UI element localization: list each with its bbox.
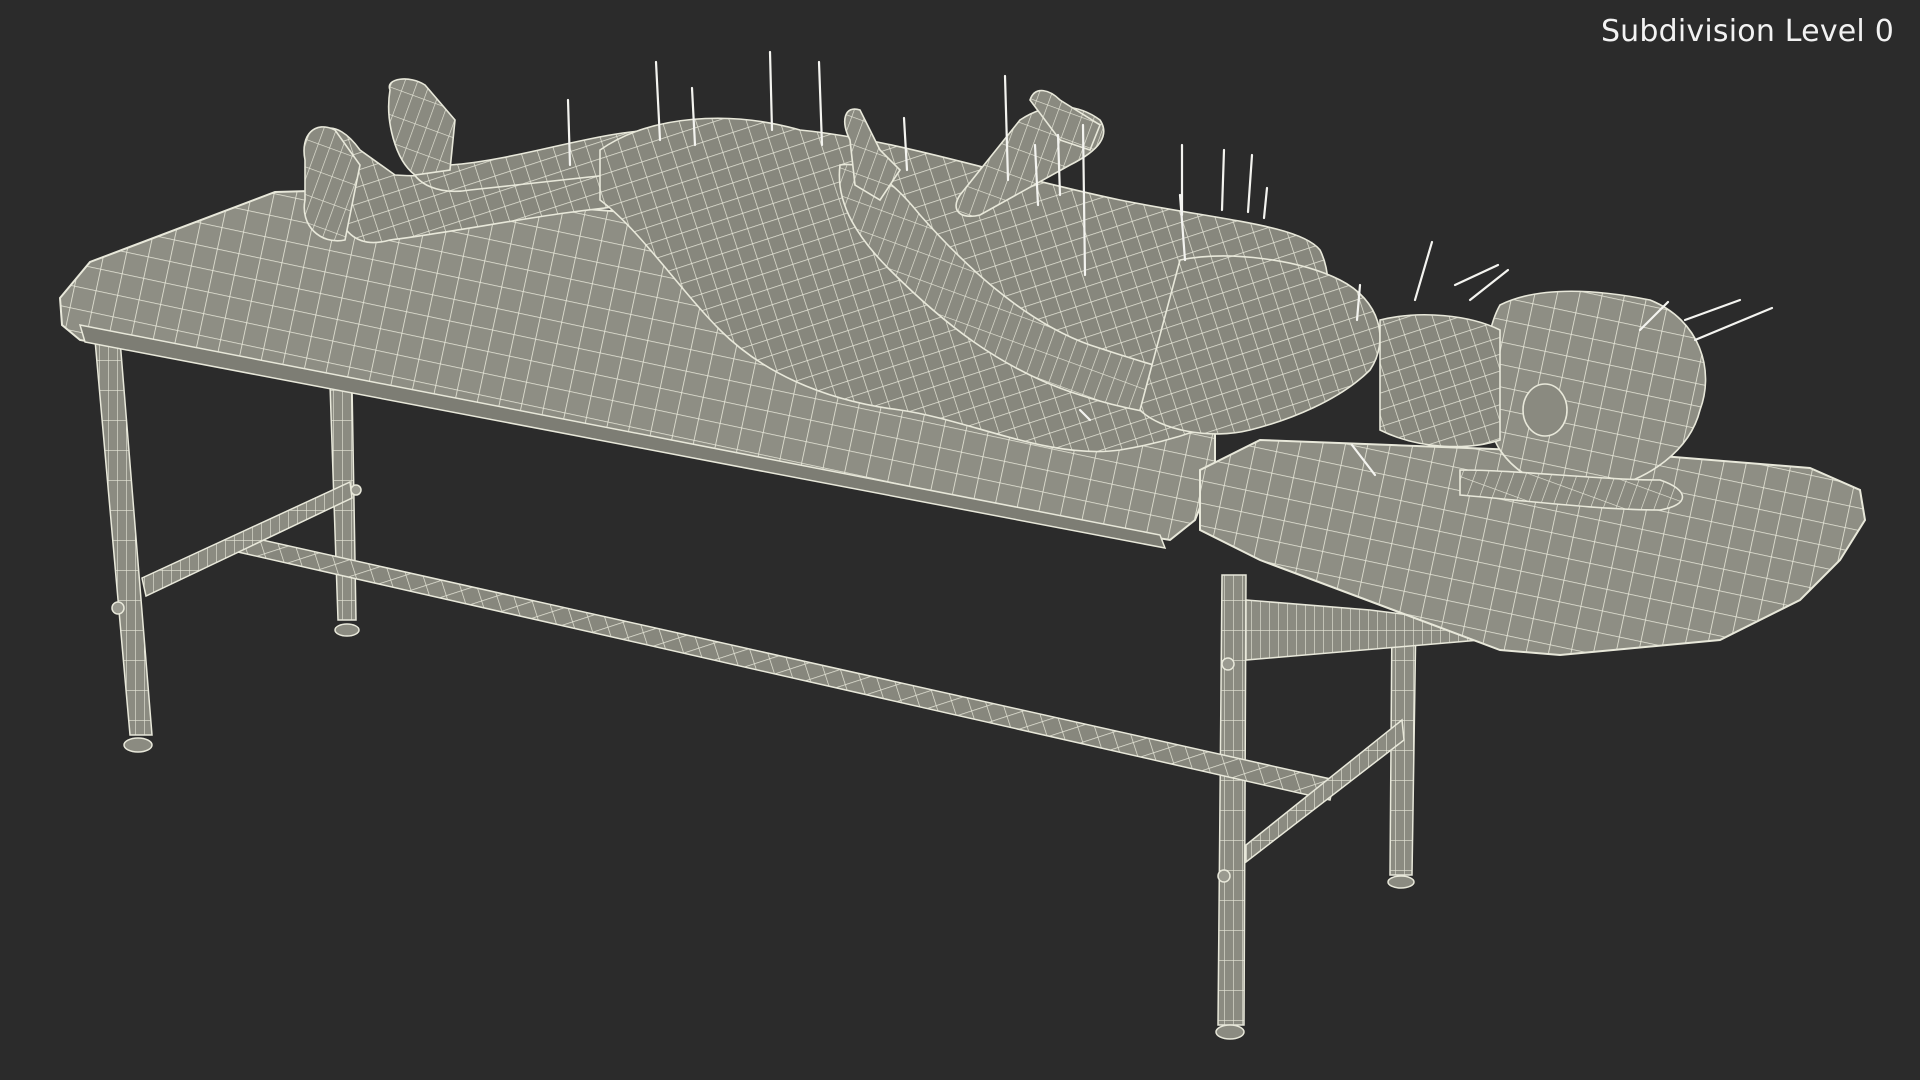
- body-foot-right: [387, 78, 456, 176]
- needle: [1683, 298, 1742, 322]
- wireframe-render: [58, 50, 1867, 1040]
- body-ear: [1522, 383, 1568, 437]
- needle: [1262, 186, 1269, 220]
- table-leg-front-right: [1217, 574, 1247, 1026]
- body-neck: [1379, 314, 1501, 448]
- 3d-viewport[interactable]: Subdivision Level 0: [0, 0, 1920, 1080]
- body-shoulders: [1139, 255, 1381, 435]
- table-leg-front-left: [94, 339, 153, 736]
- needle: [768, 50, 774, 132]
- subdivision-level-label: Subdivision Level 0: [1600, 14, 1894, 49]
- needle: [1220, 148, 1226, 212]
- table-stretcher-right: [1245, 718, 1405, 864]
- table-stretcher-left: [141, 480, 353, 598]
- table-stretcher-long: [237, 534, 1336, 801]
- needle: [1413, 240, 1434, 302]
- needle: [1246, 153, 1254, 214]
